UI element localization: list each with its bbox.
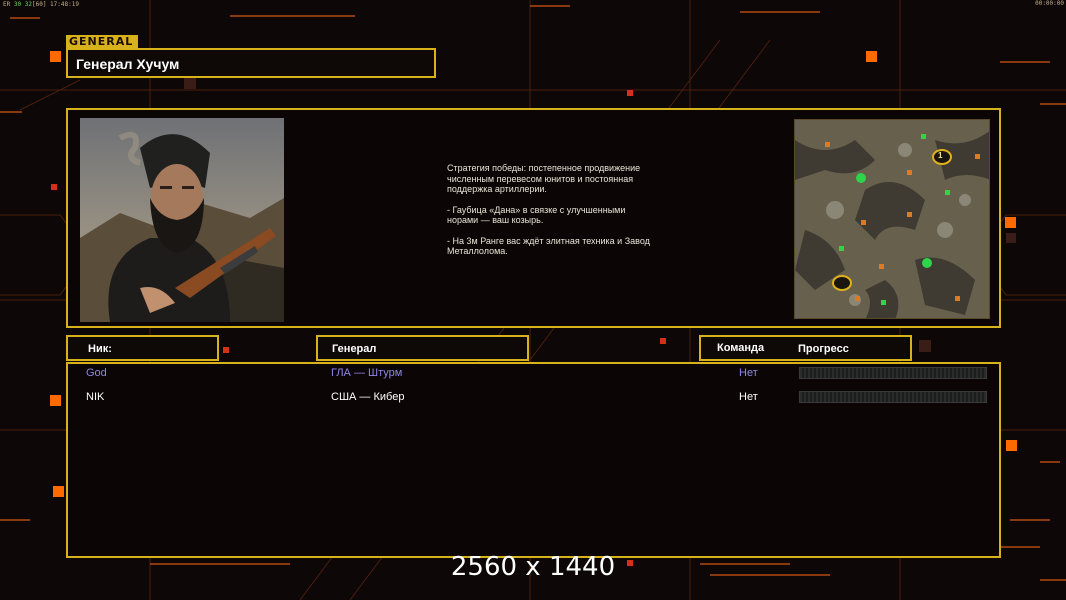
header-progress-label: Прогресс — [798, 343, 849, 355]
tip-howitzer: - Гаубица «Дана» в связке с улучшенными … — [447, 204, 626, 226]
header-team-label: Команда — [717, 342, 765, 354]
general-title: Генерал Хучум — [76, 56, 180, 72]
header-nick-label: Ник: — [88, 343, 112, 355]
player-progress-bar — [799, 391, 987, 403]
start-marker-1: 1 — [938, 151, 943, 160]
briefing-text: Стратегия победы: постепенное продвижени… — [447, 163, 657, 267]
clock: 17:48:19 — [50, 1, 79, 8]
general-portrait — [80, 118, 284, 322]
tip-rank3: - На 3м Ранге вас ждёт элитная техника и… — [447, 235, 650, 257]
player-nick: NIK — [86, 391, 105, 403]
general-tag: GENERAL — [66, 35, 138, 48]
minimap: 1 — [794, 119, 990, 319]
game-timer: 00:00:00 — [1035, 0, 1064, 7]
player-nick: God — [86, 367, 107, 379]
header-general: Генерал — [316, 335, 529, 361]
player-team[interactable]: Нет — [739, 391, 758, 403]
player-progress-bar — [799, 367, 987, 379]
fps-value-b: 32 — [24, 1, 32, 8]
fps-counter: ER 30 32[60] 17:48:19 — [3, 1, 79, 8]
strategy-text: Стратегия победы: постепенное продвижени… — [447, 163, 641, 194]
header-nick: Ник: — [66, 335, 219, 361]
minimap-terrain — [795, 120, 989, 318]
portrait-image — [80, 118, 284, 322]
fps-value-c: 60 — [35, 1, 43, 8]
fps-value-a: 30 — [13, 1, 22, 8]
player-general[interactable]: США — Кибер — [331, 391, 404, 403]
header-team-progress: Команда Прогресс — [699, 335, 912, 361]
general-title-box: Генерал Хучум — [66, 48, 436, 78]
resolution-overlay: 2560 x 1440 — [450, 552, 616, 582]
header-general-label: Генерал — [332, 343, 377, 355]
fps-prefix: ER — [3, 1, 11, 8]
player-team[interactable]: Нет — [739, 367, 758, 379]
player-general[interactable]: ГЛА — Штурм — [331, 367, 402, 379]
